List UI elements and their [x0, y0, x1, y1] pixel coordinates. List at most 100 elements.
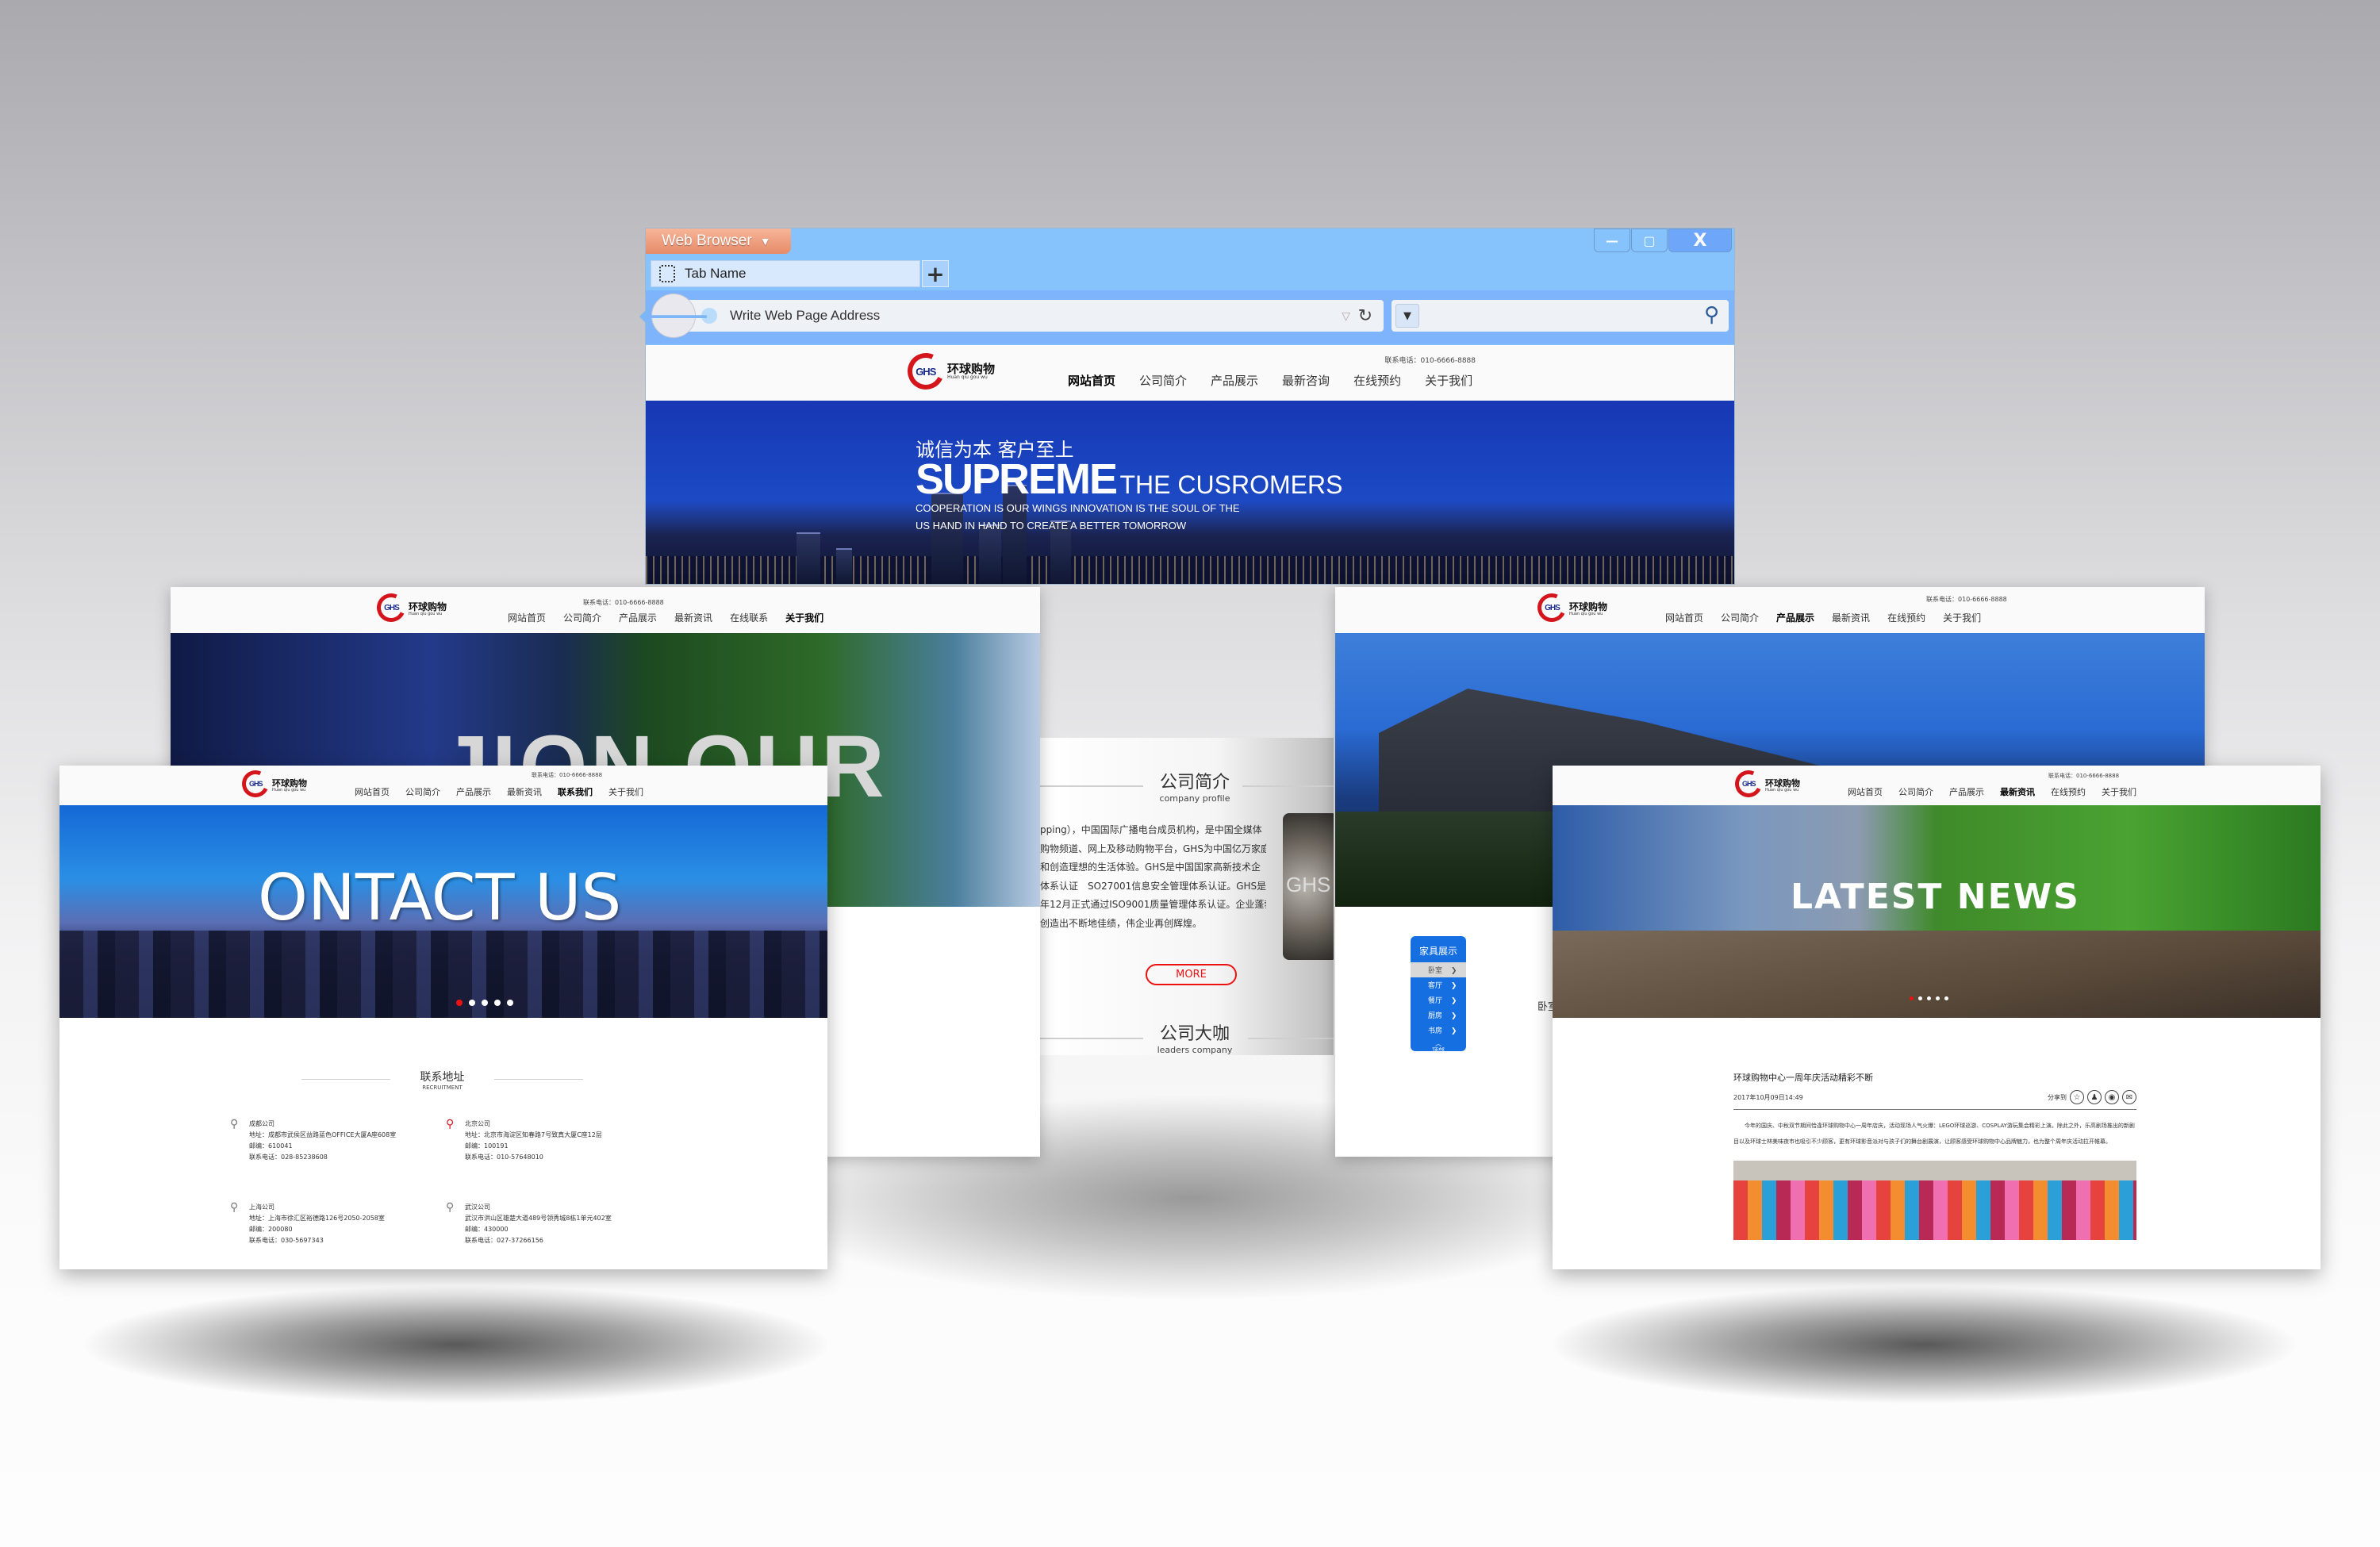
side-menu-item-bedroom[interactable]: 卧室 ❯: [1411, 962, 1466, 977]
minimize-button[interactable]: —: [1594, 228, 1630, 252]
address-bar[interactable]: Write Web Page Address ▽ ↻: [670, 300, 1384, 332]
close-button[interactable]: X: [1668, 228, 1732, 252]
nav-item[interactable]: 关于我们: [1943, 611, 1981, 624]
side-menu-item-kitchen[interactable]: 厨房 ❯: [1411, 1008, 1466, 1023]
article-body: 今年的国庆、中秋双节期间恰逢环球购物中心一周年店庆，活动现场人气火爆：LEGO环…: [1733, 1123, 2135, 1145]
carousel-dot[interactable]: [1918, 996, 1922, 1000]
nav-item[interactable]: 在线联系: [730, 611, 768, 624]
nav-item[interactable]: 关于我们: [785, 611, 823, 624]
search-box[interactable]: ▼ ⚲: [1392, 300, 1729, 332]
news-nav: 网站首页 公司简介 产品展示 最新资讯 在线预约 关于我们: [1848, 785, 2136, 798]
side-menu-item-study[interactable]: 书房 ❯: [1411, 1023, 1466, 1038]
contact-phone: 联系电话：010-6666-8888: [1384, 357, 1476, 365]
office-phone: 联系电话：010-57648010: [465, 1154, 543, 1161]
carousel-dot[interactable]: [494, 1000, 501, 1006]
nav-item[interactable]: 联系我们: [558, 785, 593, 798]
about-phone: 联系电话：010-6666-8888: [583, 599, 664, 606]
carousel-dot[interactable]: [1910, 996, 1914, 1000]
side-menu-item-living[interactable]: 客厅 ❯: [1411, 977, 1466, 992]
browser-menu-button[interactable]: Web Browser ▼: [646, 228, 791, 254]
search-icon[interactable]: ⚲: [1704, 303, 1719, 327]
hero-line-1: COOPERATION IS OUR WINGS INNOVATION IS T…: [916, 502, 1240, 514]
new-tab-button[interactable]: +: [922, 260, 949, 287]
browser-tab[interactable]: Tab Name: [651, 260, 920, 287]
back-button[interactable]: 🡐: [637, 294, 710, 338]
products-header: GHS 环球购物 Huan qiu gou wu 联系电话：010-6666-88…: [1335, 587, 2205, 633]
carousel-dot[interactable]: [456, 1000, 463, 1006]
more-button[interactable]: MORE: [1146, 964, 1237, 985]
carousel-dot[interactable]: [507, 1000, 513, 1006]
maximize-button[interactable]: ▢: [1631, 228, 1668, 252]
carousel-dots[interactable]: [1910, 996, 1948, 1000]
nav-item[interactable]: 产品展示: [1776, 611, 1814, 624]
browser-viewport: GHS 环球购物 Huan qiu gou wu 联系电话：010-6666-88…: [646, 345, 1734, 584]
nav-item[interactable]: 关于我们: [2102, 785, 2136, 798]
products-logo[interactable]: GHS 环球购物 Huan qiu gou wu: [1533, 589, 1607, 627]
carousel-dot[interactable]: [1927, 996, 1931, 1000]
shadow-right: [1547, 1285, 2301, 1404]
nav-item[interactable]: 在线预约: [2051, 785, 2086, 798]
office-address: 地址：成都市武侯区益路蓝色OFFICE大厦A座608室: [249, 1131, 397, 1138]
about-logo[interactable]: GHS 环球购物 Huan qiu gou wu: [372, 589, 447, 627]
site-header: GHS 环球购物 Huan qiu gou wu 联系电话：010-6666-88…: [646, 345, 1734, 401]
nav-item[interactable]: 网站首页: [1848, 785, 1883, 798]
chevron-right-icon: ❯: [1450, 967, 1457, 975]
qq-share-icon[interactable]: ♟: [2087, 1090, 2102, 1104]
contact-logo[interactable]: GHS 环球购物 Huan qiu gou wu: [238, 766, 307, 801]
address-heading: 联系地址 RECRUITMENT: [420, 1071, 465, 1091]
favorite-share-icon[interactable]: ☆: [2070, 1090, 2084, 1104]
nav-item[interactable]: 公司简介: [1721, 611, 1759, 624]
nav-about[interactable]: 公司简介: [1139, 372, 1187, 389]
nav-home[interactable]: 网站首页: [1068, 372, 1115, 389]
nav-item[interactable]: 最新资讯: [507, 785, 542, 798]
nav-item[interactable]: 产品展示: [456, 785, 491, 798]
nav-item[interactable]: 产品展示: [1949, 785, 1984, 798]
carousel-dot[interactable]: [482, 1000, 488, 1006]
news-logo[interactable]: GHS 环球购物 Huan qiu gou wu: [1731, 766, 1800, 801]
nav-item[interactable]: 网站首页: [1665, 611, 1703, 624]
nav-item[interactable]: 网站首页: [355, 785, 390, 798]
wechat-share-icon[interactable]: ✉: [2122, 1090, 2136, 1104]
address-dropdown-icon[interactable]: ▽: [1342, 309, 1350, 323]
office-zip: 邮编：610041: [249, 1142, 293, 1150]
side-menu-item-dining[interactable]: 餐厅 ❯: [1411, 992, 1466, 1008]
nav-item[interactable]: 关于我们: [608, 785, 643, 798]
nav-booking[interactable]: 在线预约: [1353, 372, 1401, 389]
products-phone: 联系电话：010-6666-8888: [1926, 596, 2007, 603]
search-engine-dropdown-icon[interactable]: ▼: [1395, 304, 1419, 328]
address-placeholder: Write Web Page Address: [730, 308, 881, 323]
carousel-dots[interactable]: [456, 1000, 513, 1006]
nav-products[interactable]: 产品展示: [1211, 372, 1258, 389]
nav-item[interactable]: 公司简介: [1898, 785, 1933, 798]
office-name: 上海公司: [249, 1203, 274, 1211]
leaders-heading: 公司大咖 leaders company: [1157, 1024, 1233, 1055]
nav-contact[interactable]: 关于我们: [1425, 372, 1472, 389]
carousel-dot[interactable]: [469, 1000, 475, 1006]
profile-image: GHS: [1283, 813, 1334, 960]
nav-news[interactable]: 最新咨询: [1282, 372, 1330, 389]
nav-item[interactable]: 公司简介: [405, 785, 440, 798]
plus-icon: +: [926, 260, 945, 287]
article-title: 环球购物中心一周年庆活动精彩不断: [1733, 1073, 1873, 1083]
nav-item[interactable]: 最新资讯: [2000, 785, 2035, 798]
site-logo[interactable]: GHS 环球购物 Huan qiu gou wu: [902, 347, 995, 395]
nav-item[interactable]: 最新资讯: [674, 611, 712, 624]
refresh-icon[interactable]: ↻: [1358, 305, 1372, 326]
map-pin-icon: ⚲: [230, 1118, 239, 1130]
main-nav: 网站首页 公司简介 产品展示 最新咨询 在线预约 关于我们: [1068, 372, 1472, 389]
nav-item[interactable]: 最新资讯: [1832, 611, 1870, 624]
back-to-top-button[interactable]: ︿ 顶部: [1411, 1038, 1466, 1051]
carousel-dot[interactable]: [1936, 996, 1940, 1000]
nav-item[interactable]: 产品展示: [619, 611, 657, 624]
nav-item[interactable]: 网站首页: [508, 611, 546, 624]
map-pin-icon: ⚲: [230, 1201, 239, 1214]
furniture-side-menu: 家具展示 卧室 ❯ 客厅 ❯ 餐厅 ❯ 厨房 ❯ 书房 ❯ ︿ 顶部: [1411, 936, 1466, 1051]
shadow-left: [79, 1285, 833, 1404]
chevron-right-icon: ❯: [1450, 1012, 1457, 1020]
carousel-dot[interactable]: [1944, 996, 1948, 1000]
nav-item[interactable]: 在线预约: [1887, 611, 1925, 624]
weibo-share-icon[interactable]: ◉: [2105, 1090, 2119, 1104]
nav-item[interactable]: 公司简介: [563, 611, 601, 624]
contact-hero: ONTACT US: [60, 805, 827, 1018]
office-zip: 邮编：200080: [249, 1226, 293, 1233]
